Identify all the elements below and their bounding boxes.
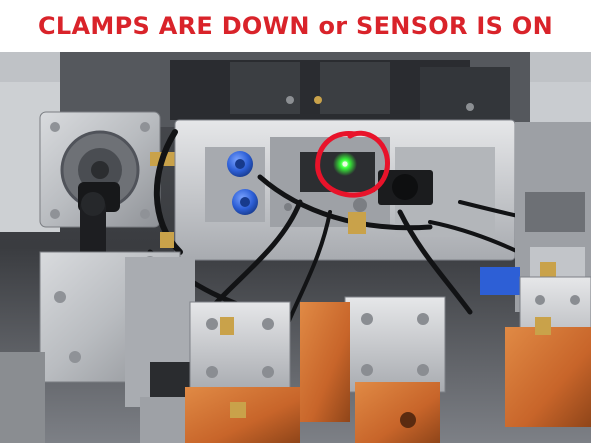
screenshot-frame: CLAMPS ARE DOWN or SENSOR IS ON [0, 0, 591, 443]
machine-photo [0, 52, 591, 443]
sensor-led [333, 152, 357, 176]
caption-title: CLAMPS ARE DOWN or SENSOR IS ON [38, 12, 553, 40]
central-sensor-block [174, 119, 516, 261]
machine-photo-illustration [0, 52, 591, 443]
